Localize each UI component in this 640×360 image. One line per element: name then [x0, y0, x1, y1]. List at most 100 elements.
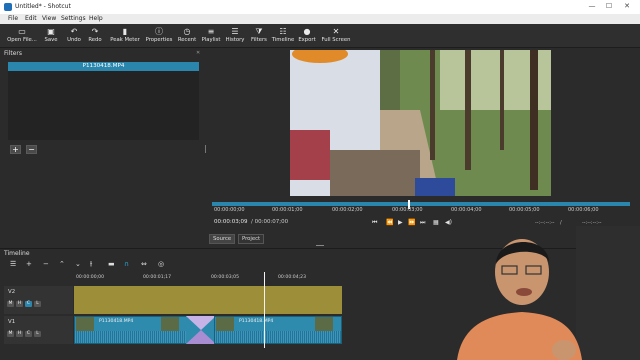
ripple-icon[interactable]: ⇔ — [141, 260, 147, 268]
timeline-tc: 00:00:03;05 — [211, 275, 240, 280]
folder-open-icon: ▭ — [18, 27, 26, 36]
composite-button[interactable]: C — [25, 331, 32, 337]
filters-clip-name: P1130418.MP4 — [8, 62, 199, 71]
track-header-v2[interactable]: V2 M H C L — [4, 286, 73, 314]
title-bar: Untitled* - Shotcut — ☐ ✕ — [0, 0, 640, 14]
timeline-clip[interactable]: P1130418.MP4 — [214, 316, 342, 344]
append-icon[interactable]: + — [26, 260, 32, 268]
maximize-button[interactable]: ☐ — [603, 2, 615, 11]
timeline-button[interactable]: ☷ Timeline — [271, 26, 295, 47]
audio-waveform — [75, 331, 201, 343]
magnet-icon[interactable]: ∩ — [124, 260, 129, 268]
video-frame-image — [290, 50, 551, 196]
track-name: V2 — [8, 289, 16, 295]
transition[interactable] — [186, 316, 216, 344]
lock-button[interactable]: L — [34, 301, 41, 307]
redo-icon: ↷ — [91, 27, 99, 36]
timeline-menu-icon[interactable]: ☰ — [10, 260, 16, 268]
menu-bar: File Edit View Settings Help — [0, 14, 640, 24]
player-tc: 00:00:05;00 — [509, 207, 540, 213]
tab-project[interactable]: Project — [238, 234, 265, 244]
save-icon: ▣ — [47, 27, 55, 36]
grid-icon[interactable]: ▦ — [433, 219, 439, 226]
timeline-playhead[interactable] — [264, 272, 265, 348]
mute-button[interactable]: M — [7, 301, 14, 307]
mute-button[interactable]: M — [7, 331, 14, 337]
export-icon: ● — [303, 27, 311, 36]
playlist-button[interactable]: ≡ Playlist — [200, 26, 222, 47]
timeline-tc: 00:00:00;00 — [76, 275, 105, 280]
close-button[interactable]: ✕ — [621, 2, 633, 11]
overwrite-icon[interactable]: ⌄ — [75, 260, 81, 268]
redo-button[interactable]: ↷ Redo — [86, 26, 104, 47]
recent-button[interactable]: ◷ Recent — [176, 26, 198, 47]
rewind-icon[interactable]: ⏪ — [386, 219, 393, 226]
split-icon[interactable]: ⫲ — [90, 260, 92, 269]
filters-panel-close-icon[interactable]: ✕ — [196, 50, 200, 56]
minimize-button[interactable]: — — [586, 2, 598, 11]
playlist-icon: ≡ — [207, 27, 215, 36]
track-header-v1[interactable]: V1 M H C L — [4, 316, 73, 344]
track-v2[interactable] — [74, 286, 342, 314]
filters-panel-title: Filters — [4, 50, 22, 57]
clip-thumbnail — [76, 317, 94, 331]
fast-forward-icon[interactable]: ⏩ — [408, 219, 415, 226]
clip-thumbnail — [161, 317, 179, 331]
timeline-clip[interactable]: P1130418.MP4 — [74, 316, 202, 344]
history-button[interactable]: ☰ History — [224, 26, 246, 47]
total-time-label: / 00:00:07;00 — [251, 219, 289, 225]
player-tc: 00:00:04;00 — [451, 207, 482, 213]
volume-icon[interactable]: ◀) — [445, 219, 452, 226]
filters-list[interactable] — [8, 62, 199, 140]
history-icon: ☰ — [231, 27, 239, 36]
current-time-field[interactable]: 00:00:03;09 — [214, 219, 248, 225]
peak-meter-button[interactable]: ▮ Peak Meter — [109, 26, 141, 47]
clip-name: P1130418.MP4 — [239, 319, 274, 324]
skip-to-start-icon[interactable]: ⏮ — [372, 219, 377, 227]
fullscreen-icon: ✕ — [332, 27, 340, 36]
play-icon[interactable]: ▶ — [398, 219, 403, 226]
video-preview — [290, 50, 551, 196]
timeline-tc: 00:00:01;17 — [143, 275, 172, 280]
tab-source[interactable]: Source — [209, 234, 236, 244]
add-filter-button[interactable]: + — [10, 145, 21, 154]
filters-button[interactable]: ⧩ Filters — [249, 26, 269, 47]
menu-view[interactable]: View — [42, 15, 56, 22]
skip-to-end-icon[interactable]: ⏭ — [420, 219, 425, 227]
hide-button[interactable]: H — [16, 331, 23, 337]
menu-file[interactable]: File — [8, 15, 18, 22]
shotcut-app-icon — [4, 3, 12, 11]
ripple-all-icon[interactable]: ◎ — [158, 260, 164, 268]
properties-button[interactable]: ⓘ Properties — [145, 26, 173, 47]
splitter-handle[interactable] — [205, 145, 206, 153]
player-tc: 00:00:00;00 — [214, 207, 245, 213]
player-progress-track[interactable] — [212, 202, 630, 206]
open-file-button[interactable]: ▭ Open File... — [6, 26, 38, 47]
timeline-panel-title: Timeline — [4, 250, 30, 257]
export-button[interactable]: ● Export — [297, 26, 317, 47]
menu-settings[interactable]: Settings — [61, 15, 86, 22]
main-toolbar: ▭ Open File... ▣ Save ↶ Undo ↷ Redo ▮ Peak Me… — [0, 24, 640, 48]
timeline-tc: 00:00:04;23 — [278, 275, 307, 280]
menu-help[interactable]: Help — [89, 15, 103, 22]
clip-thumbnail — [315, 317, 333, 331]
lock-button[interactable]: L — [34, 331, 41, 337]
splitter-handle[interactable] — [316, 245, 324, 246]
undo-icon: ↶ — [70, 27, 78, 36]
snap-icon[interactable]: ▬ — [108, 260, 115, 268]
undo-button[interactable]: ↶ Undo — [65, 26, 83, 47]
player-tc: 00:00:06;00 — [568, 207, 599, 213]
remove-filter-button[interactable]: − — [26, 145, 37, 154]
fullscreen-button[interactable]: ✕ Full Screen — [320, 26, 352, 47]
menu-edit[interactable]: Edit — [25, 15, 37, 22]
remove-icon[interactable]: − — [43, 260, 49, 268]
peak-meter-icon: ▮ — [122, 27, 128, 36]
composite-button[interactable]: C — [25, 301, 32, 307]
filter-icon: ⧩ — [255, 27, 263, 36]
hide-button[interactable]: H — [16, 301, 23, 307]
save-button[interactable]: ▣ Save — [42, 26, 60, 47]
lift-icon[interactable]: ⌃ — [59, 260, 65, 268]
player-ruler[interactable]: 00:00:00;00 00:00:01;00 00:00:02;00 00:0… — [212, 198, 630, 216]
presenter-webcam-image — [457, 239, 582, 360]
recent-icon: ◷ — [183, 27, 191, 36]
